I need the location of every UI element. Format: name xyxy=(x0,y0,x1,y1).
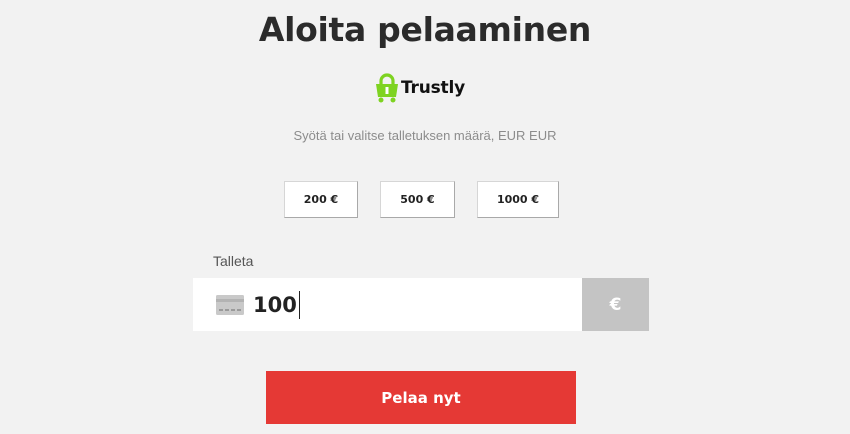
deposit-field[interactable] xyxy=(193,278,582,331)
play-now-button[interactable]: Pelaa nyt xyxy=(266,371,576,424)
quick-amount-500-button[interactable]: 500 € xyxy=(380,181,455,218)
deposit-instructions: Syötä tai valitse talletuksen määrä, EUR… xyxy=(293,128,557,143)
currency-indicator: € xyxy=(582,278,649,331)
padlock-icon xyxy=(376,73,398,103)
text-cursor xyxy=(299,290,300,319)
page-title: Aloita pelaaminen xyxy=(258,10,592,49)
deposit-input-group: € xyxy=(193,278,649,331)
brand-name: Trustly xyxy=(401,78,465,98)
credit-card-icon xyxy=(216,294,244,315)
deposit-label: Talleta xyxy=(213,253,254,269)
quick-amount-1000-button[interactable]: 1000 € xyxy=(477,181,559,218)
quick-amount-200-button[interactable]: 200 € xyxy=(284,181,358,218)
deposit-amount-input[interactable] xyxy=(253,289,313,320)
trustly-logo: Trustly xyxy=(375,73,465,103)
